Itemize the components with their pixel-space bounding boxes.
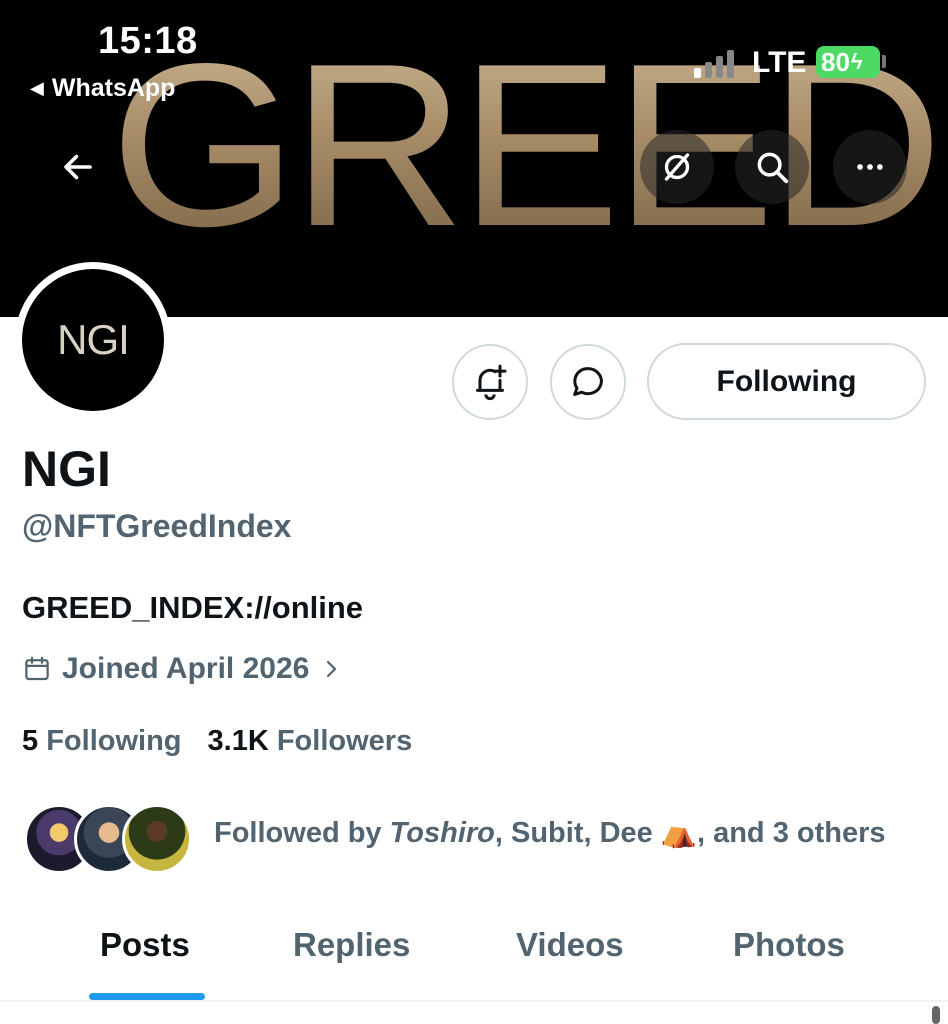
scrollbar[interactable]	[932, 1006, 940, 1024]
back-button[interactable]	[41, 130, 115, 204]
followers-count: 3.1K	[207, 725, 269, 757]
avatar-logo-text: NGI	[57, 316, 130, 363]
divider	[0, 1000, 948, 1002]
active-tab-indicator	[89, 993, 205, 1000]
tab-videos[interactable]: Videos	[516, 926, 624, 964]
joined-date: Joined April 2026	[62, 652, 310, 685]
arrow-left-icon	[64, 154, 92, 180]
network-type: LTE	[752, 46, 807, 79]
followed-by-name: Toshiro	[389, 817, 495, 849]
message-button[interactable]	[550, 344, 626, 420]
followers-label: Followers	[276, 725, 413, 757]
following-label: Following	[46, 725, 182, 757]
follow-counts: 5 Following 3.1K Followers	[22, 725, 412, 758]
charging-bolt-icon: ϟ	[850, 49, 863, 74]
calendar-icon	[25, 656, 49, 681]
followed-by-prefix: Followed by	[214, 817, 390, 849]
avatar[interactable]: NGI	[22, 269, 164, 411]
follower-avatar	[122, 804, 192, 874]
tab-photos[interactable]: Photos	[733, 926, 845, 964]
followers-count-link[interactable]: 3.1K Followers	[208, 725, 413, 758]
battery-level: 80	[821, 46, 850, 77]
signal-icon	[694, 46, 742, 78]
translate-button[interactable]	[640, 130, 714, 204]
search-icon	[757, 152, 789, 184]
followed-by-rest: , Subit, Dee ⛺, and 3 others	[494, 817, 886, 849]
profile-tabs: Posts Replies Videos Photos	[0, 900, 948, 1001]
following-button[interactable]: Following	[647, 343, 926, 420]
following-count-link[interactable]: 5 Following	[22, 725, 182, 758]
joined-date-link[interactable]: Joined April 2026	[22, 652, 343, 686]
user-handle: @NFTGreedIndex	[22, 508, 292, 544]
chat-bubble-icon	[573, 367, 603, 396]
following-count: 5	[22, 725, 39, 757]
search-button[interactable]	[735, 130, 809, 204]
back-triangle-icon: ◀	[30, 78, 44, 98]
more-button[interactable]	[833, 130, 907, 204]
back-app-label: WhatsApp	[51, 74, 176, 102]
notifications-button[interactable]	[452, 344, 528, 420]
translate-icon	[664, 153, 690, 181]
tab-posts[interactable]: Posts	[100, 926, 190, 964]
chevron-right-icon	[327, 660, 337, 678]
battery-tip	[882, 55, 886, 68]
display-name: NGI	[22, 441, 111, 497]
tab-replies[interactable]: Replies	[293, 926, 410, 964]
bell-plus-icon	[476, 364, 507, 401]
followed-by-text[interactable]: Followed by Toshiro, Subit, Dee ⛺, and 3…	[214, 816, 886, 850]
more-icon	[857, 164, 883, 170]
banner-text: GREED	[110, 16, 943, 275]
status-time: 15:18	[98, 20, 198, 62]
back-to-app-link[interactable]: ◀ WhatsApp	[30, 74, 175, 103]
bio-text: GREED_INDEX://online	[22, 590, 364, 625]
battery-icon: 80 ϟ	[816, 46, 880, 78]
